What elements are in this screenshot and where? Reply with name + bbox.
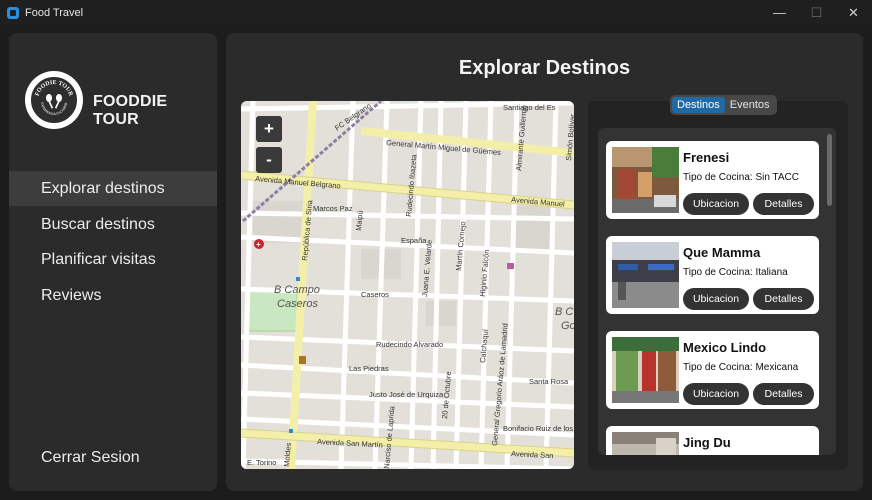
destination-photo: [612, 432, 679, 455]
map-label: E. Torino: [247, 458, 276, 467]
map-label: Santiago del Es: [503, 103, 556, 112]
nav-explorar-destinos[interactable]: Explorar destinos: [9, 171, 217, 206]
poi-icon: [299, 356, 306, 364]
map-label: Las Piedras: [349, 364, 389, 373]
destination-card: Frenesi Tipo de Cocina: Sin TACC Ubicaci…: [606, 141, 819, 219]
map-label: Rudecindo Alvarado: [376, 340, 443, 349]
details-button[interactable]: Detalles: [753, 288, 814, 310]
nav-planificar-visitas[interactable]: Planificar visitas: [9, 242, 217, 277]
location-button[interactable]: Ubicacion: [683, 288, 749, 310]
map-area-label: Go: [561, 320, 574, 332]
destination-card: Jing Du: [606, 426, 819, 455]
zoom-out-button[interactable]: -: [256, 147, 282, 173]
nav-reviews[interactable]: Reviews: [9, 278, 217, 313]
logout-button[interactable]: Cerrar Sesion: [9, 441, 217, 475]
minimize-button[interactable]: —: [761, 0, 798, 25]
logo-text-top: FOODIE TOUR: [35, 80, 74, 98]
brand-name: FOODDIE TOUR: [93, 93, 168, 128]
destination-cuisine: Tipo de Cocina: Mexicana: [683, 362, 799, 373]
sidebar: FOODIE TOUR EXPERIENCIA CULINARIA FOODDI…: [9, 33, 217, 491]
destination-cuisine: Tipo de Cocina: Sin TACC: [683, 172, 799, 183]
tab-eventos[interactable]: Eventos: [725, 97, 775, 113]
logo: FOODIE TOUR EXPERIENCIA CULINARIA: [25, 71, 83, 129]
window-controls: — ☐ ✕: [761, 0, 872, 25]
zoom-in-button[interactable]: +: [256, 116, 282, 142]
destination-photo: [612, 337, 679, 403]
details-button[interactable]: Detalles: [753, 383, 814, 405]
title-bar: Food Travel — ☐ ✕: [0, 0, 872, 25]
destinations-list[interactable]: Frenesi Tipo de Cocina: Sin TACC Ubicaci…: [598, 128, 836, 455]
app-icon: [7, 6, 19, 19]
tab-switcher: Destinos Eventos: [670, 95, 777, 115]
location-button[interactable]: Ubicacion: [683, 383, 749, 405]
destinations-panel: Destinos Eventos Frenesi Tipo de Cocina:…: [588, 95, 848, 470]
main-panel: Explorar Destinos Santiago del Es FC Bel…: [226, 33, 863, 491]
close-button[interactable]: ✕: [835, 0, 872, 25]
page-title: Explorar Destinos: [458, 57, 631, 79]
destination-photo: [612, 147, 679, 213]
destination-photo: [612, 242, 679, 308]
destination-name: Que Mamma: [683, 245, 761, 260]
map-label: Maipú: [354, 210, 365, 231]
map-label: Bonifacio Ruiz de los: [503, 424, 573, 433]
map-area-label: Caseros: [277, 298, 318, 310]
destination-card: Que Mamma Tipo de Cocina: Italiana Ubica…: [606, 236, 819, 314]
maximize-button[interactable]: ☐: [798, 0, 835, 25]
destination-name: Mexico Lindo: [683, 340, 767, 355]
tab-destinos[interactable]: Destinos: [672, 97, 725, 113]
logo-text-bottom: EXPERIENCIA CULINARIA: [40, 101, 68, 116]
map-area-label: B Campo: [274, 284, 320, 296]
scrollbar[interactable]: [827, 134, 832, 206]
destination-card: Mexico Lindo Tipo de Cocina: Mexicana Ub…: [606, 331, 819, 409]
map-view[interactable]: Santiago del Es FC Belgrano General Mart…: [241, 101, 574, 469]
cutlery-icon: FOODIE TOUR EXPERIENCIA CULINARIA: [35, 80, 74, 116]
details-button[interactable]: Detalles: [753, 193, 814, 215]
map-canvas[interactable]: Santiago del Es FC Belgrano General Mart…: [241, 101, 574, 469]
map-area-label: B C: [555, 306, 573, 318]
window-title: Food Travel: [25, 6, 84, 19]
map-label: Marcos Paz: [313, 204, 353, 213]
svg-text:+: +: [256, 240, 261, 249]
location-button[interactable]: Ubicacion: [683, 193, 749, 215]
map-label: Justo José de Urquiza: [369, 390, 444, 399]
destination-cuisine: Tipo de Cocina: Italiana: [683, 267, 788, 278]
map-label: España: [401, 236, 427, 245]
destination-name: Frenesi: [683, 150, 730, 165]
nav-buscar-destinos[interactable]: Buscar destinos: [9, 207, 217, 242]
shop-icon: [507, 263, 514, 269]
map-label: Santa Rosa: [529, 377, 569, 386]
destination-name: Jing Du: [683, 435, 731, 450]
map-label: Caseros: [361, 290, 389, 299]
